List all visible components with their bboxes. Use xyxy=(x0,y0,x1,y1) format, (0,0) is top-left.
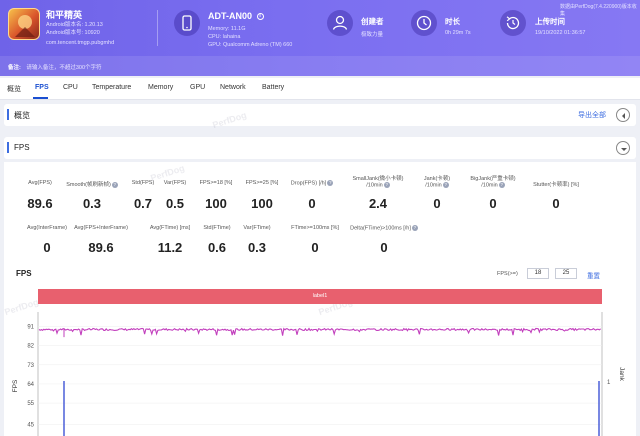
overview-title: 概览 xyxy=(14,111,30,120)
user-icon xyxy=(327,10,353,36)
tab-network[interactable]: Network xyxy=(220,84,246,91)
tab-memory[interactable]: Memory xyxy=(148,84,173,91)
metric-label: Delta(FTime)>100ms [/h]? xyxy=(350,225,418,232)
fps-section-header: FPS xyxy=(4,137,636,159)
fps-threshold-label: FPS(>=) xyxy=(497,271,518,277)
section-accent xyxy=(7,142,9,153)
duration-value: 0h 29m 7s xyxy=(445,30,471,36)
device-name-row: ADT-AN00 i xyxy=(208,11,264,21)
remark-label: 备注: xyxy=(8,65,21,71)
section-accent xyxy=(7,109,9,120)
tab-cpu[interactable]: CPU xyxy=(63,84,78,91)
metric-value: 0 xyxy=(380,240,388,255)
device-cpu: CPU: lahaina xyxy=(208,34,241,40)
metric-value: 0.3 xyxy=(247,240,267,255)
app-name: 和平精英 xyxy=(46,10,83,20)
metric-value: 89.6 xyxy=(27,196,53,211)
tab-overview[interactable]: 概览 xyxy=(7,84,21,94)
device-gpu: GPU: Qualcomm Adreno (TM) 660 xyxy=(208,42,293,48)
metric-label: FTime>=100ms [%] xyxy=(291,225,339,231)
metric-label: Avg(FPS+InterFrame) xyxy=(74,225,128,231)
metric-value: 0 xyxy=(552,196,560,211)
metric-value: 0 xyxy=(308,196,316,211)
remark-bar[interactable]: 备注: 请输入备注，不超过300个字符 xyxy=(0,56,640,76)
help-icon[interactable]: ? xyxy=(411,225,418,231)
report-header: 和平精英 Android版本名: 1.20.13 Android版本号: 109… xyxy=(0,0,640,76)
chevron-down-icon xyxy=(621,148,627,151)
fps-threshold-input-2[interactable]: 25 xyxy=(555,268,577,279)
active-tab-indicator xyxy=(33,97,48,99)
help-icon[interactable]: ? xyxy=(383,182,390,188)
app-icon xyxy=(8,8,40,40)
collapse-down-button[interactable] xyxy=(616,141,630,155)
reset-button[interactable]: 重置 xyxy=(587,270,600,280)
device-name: ADT-AN00 xyxy=(208,11,253,21)
history-icon xyxy=(500,10,526,36)
metric-value: 0 xyxy=(433,196,441,211)
collector-note: 数据由PerfDog(7.4.220900)版本收集 xyxy=(560,4,637,17)
device-memory: Memory: 11.1G xyxy=(208,26,246,32)
help-icon[interactable]: ? xyxy=(327,180,334,186)
tab-fps[interactable]: FPS xyxy=(35,84,49,91)
device-specs: Memory: 11.1G CPU: lahaina GPU: Qualcomm… xyxy=(208,25,292,49)
header-divider xyxy=(157,10,158,46)
upload-title: 上传时间 xyxy=(535,17,565,26)
app-package: com.tencent.tmgp.pubgmhd xyxy=(46,40,115,46)
collapse-left-button[interactable] xyxy=(616,108,630,122)
metric-value: 89.6 xyxy=(88,240,114,255)
overview-section-header: 概览 导出全部 xyxy=(4,104,636,126)
metric-label: Stutter(卡顿率) [%] xyxy=(533,182,579,188)
metric-value: 0 xyxy=(311,240,319,255)
creator-value: 极致力量 xyxy=(361,32,384,38)
creator-title: 创建者 xyxy=(361,17,384,26)
clock-icon xyxy=(411,10,437,36)
tab-gpu[interactable]: GPU xyxy=(190,84,205,91)
app-version-name: Android版本名: 1.20.13 xyxy=(46,22,103,28)
phone-icon xyxy=(174,10,200,36)
metric-tabs: 概览 FPS CPU Temperature Memory GPU Networ… xyxy=(0,78,640,100)
label-range-bar[interactable]: label1 xyxy=(38,289,602,304)
tab-temperature[interactable]: Temperature xyxy=(92,84,131,91)
label-range-text: label1 xyxy=(312,293,328,299)
duration-title: 时长 xyxy=(445,17,460,26)
metric-value: 0 xyxy=(489,196,497,211)
upload-value: 19/10/2022 01:36:57 xyxy=(535,30,586,36)
metric-value: 0 xyxy=(43,240,51,255)
device-info-icon[interactable]: i xyxy=(256,13,264,21)
remark-input[interactable]: 请输入备注，不超过300个字符 xyxy=(26,65,101,71)
app-version-code: Android版本号: 10920 xyxy=(46,29,100,36)
tab-battery[interactable]: Battery xyxy=(262,84,284,91)
export-all-link[interactable]: 导出全部 xyxy=(578,110,606,120)
fps-threshold-input-1[interactable]: 18 xyxy=(527,268,549,279)
metric-value: 2.4 xyxy=(368,196,388,211)
fps-section-title: FPS xyxy=(14,143,30,152)
chevron-left-icon xyxy=(622,113,625,119)
help-icon[interactable]: ? xyxy=(442,182,449,188)
chart-title: FPS xyxy=(16,269,32,278)
app-version-info: Android版本名: 1.20.13 Android版本号: 10920 xyxy=(46,22,103,37)
help-icon[interactable]: ? xyxy=(498,182,505,188)
